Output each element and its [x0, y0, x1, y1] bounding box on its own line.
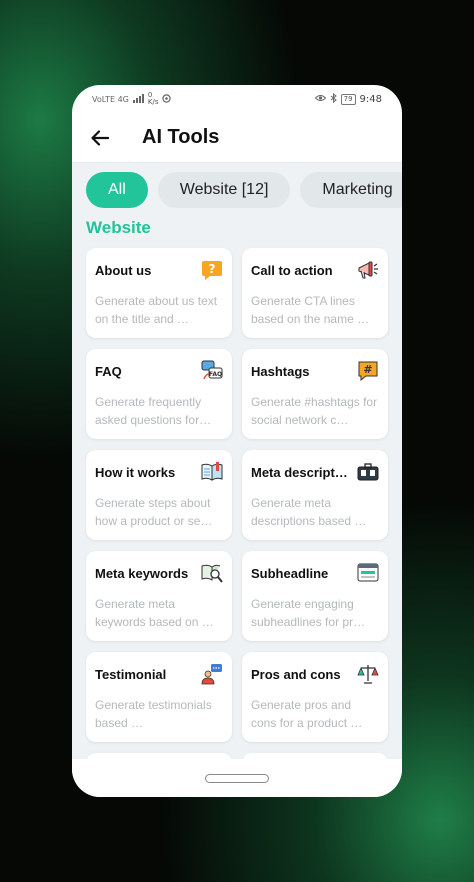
signal-icon: [132, 93, 144, 105]
tool-card-meta-description[interactable]: Meta descript… Generate meta description…: [242, 450, 388, 540]
tool-title: Pros and cons: [251, 666, 341, 682]
tool-title: Subheadline: [251, 565, 329, 581]
chip-label: Website [12]: [179, 181, 269, 198]
tool-description: Generate #hashtags for social network c…: [251, 395, 378, 427]
status-bar: VoLTE 4G 0 K/s 79 9:48: [72, 85, 402, 113]
question-bubble-icon: ?: [201, 259, 223, 281]
battery-level: 79: [340, 93, 356, 105]
bluetooth-icon: [330, 92, 337, 105]
main-content: All Website [12] Marketing Website About…: [72, 163, 402, 759]
svg-text:#: #: [363, 363, 372, 376]
chip-website[interactable]: Website [12]: [157, 172, 291, 208]
tool-description: Generate frequently asked questions for…: [95, 395, 212, 427]
tool-description: Generate pros and cons for a product …: [251, 698, 363, 730]
tool-title: FAQ: [95, 363, 122, 379]
svg-text:FAQ: FAQ: [209, 371, 222, 378]
tool-description: Generate testimonials based …: [95, 698, 212, 730]
tool-title: How it works: [95, 464, 176, 480]
tool-card-how-it-works[interactable]: How it works Generate steps about how a …: [86, 450, 232, 540]
browser-window-icon: [357, 562, 379, 584]
testimonial-user-icon: [201, 663, 223, 685]
clock: 9:48: [359, 93, 382, 105]
home-indicator[interactable]: [205, 773, 269, 783]
tool-description: Generate meta keywords based on …: [95, 597, 214, 629]
page-title: AI Tools: [142, 126, 220, 148]
eye-icon: [314, 94, 326, 104]
status-left: VoLTE 4G 0 K/s: [92, 92, 172, 106]
section-title: Website: [86, 218, 151, 237]
tool-card-faq[interactable]: FAQ FAQ Generate frequently asked questi…: [86, 349, 232, 439]
status-right: 79 9:48: [314, 92, 382, 105]
book-search-icon: [201, 562, 223, 584]
tool-title: Call to action: [251, 262, 333, 278]
tool-title: Meta descript…: [251, 464, 348, 480]
tool-card-testimonial[interactable]: Testimonial Generate testimonials based …: [86, 652, 232, 742]
phone-screen: VoLTE 4G 0 K/s 79 9:48 AI Tools All Webs…: [72, 85, 402, 797]
tool-card-about-us[interactable]: About us ? Generate about us text on the…: [86, 248, 232, 338]
arrow-left-icon[interactable]: [88, 126, 112, 150]
tool-card-call-to-action[interactable]: Call to action Generate CTA lines based …: [242, 248, 388, 338]
chip-label: All: [108, 181, 126, 198]
faq-chat-icon: FAQ: [201, 360, 223, 382]
tool-description: Generate about us text on the title and …: [95, 294, 218, 326]
open-book-icon: [201, 461, 223, 483]
filter-chips: All Website [12] Marketing: [72, 163, 402, 208]
app-bar: AI Tools: [72, 113, 402, 163]
tool-title: Meta keywords: [95, 565, 189, 581]
hashtag-icon: #: [357, 360, 379, 382]
tool-description: Generate CTA lines based on the name …: [251, 294, 370, 326]
tool-card-subheadline[interactable]: Subheadline Generate engaging subheadlin…: [242, 551, 388, 641]
chip-marketing[interactable]: Marketing: [300, 172, 402, 208]
tool-title: Testimonial: [95, 666, 167, 682]
signal-text: VoLTE 4G: [92, 94, 129, 104]
tools-grid: About us ? Generate about us text on the…: [72, 238, 402, 759]
tool-title: Hashtags: [251, 363, 310, 379]
balance-scale-icon: [357, 663, 379, 685]
net-speed-unit: K/s: [147, 98, 159, 106]
tool-card-hashtags[interactable]: Hashtags # Generate #hashtags for social…: [242, 349, 388, 439]
chip-all[interactable]: All: [86, 172, 148, 208]
tool-title: About us: [95, 262, 152, 278]
tool-description: Generate steps about how a product or se…: [95, 496, 213, 528]
tool-card-pros-and-cons[interactable]: Pros and cons Generate pros and cons for…: [242, 652, 388, 742]
chip-label: Marketing: [322, 181, 393, 198]
tool-card-meta-keywords[interactable]: Meta keywords Generate meta keywords bas…: [86, 551, 232, 641]
svg-text:?: ?: [209, 262, 216, 276]
tool-description: Generate meta descriptions based …: [251, 496, 367, 528]
navigation-bar: [72, 759, 402, 797]
megaphone-icon: [357, 259, 379, 281]
briefcase-icon: [357, 461, 379, 483]
tool-description: Generate engaging subheadlines for pr…: [251, 597, 366, 629]
location-icon: [162, 93, 172, 105]
